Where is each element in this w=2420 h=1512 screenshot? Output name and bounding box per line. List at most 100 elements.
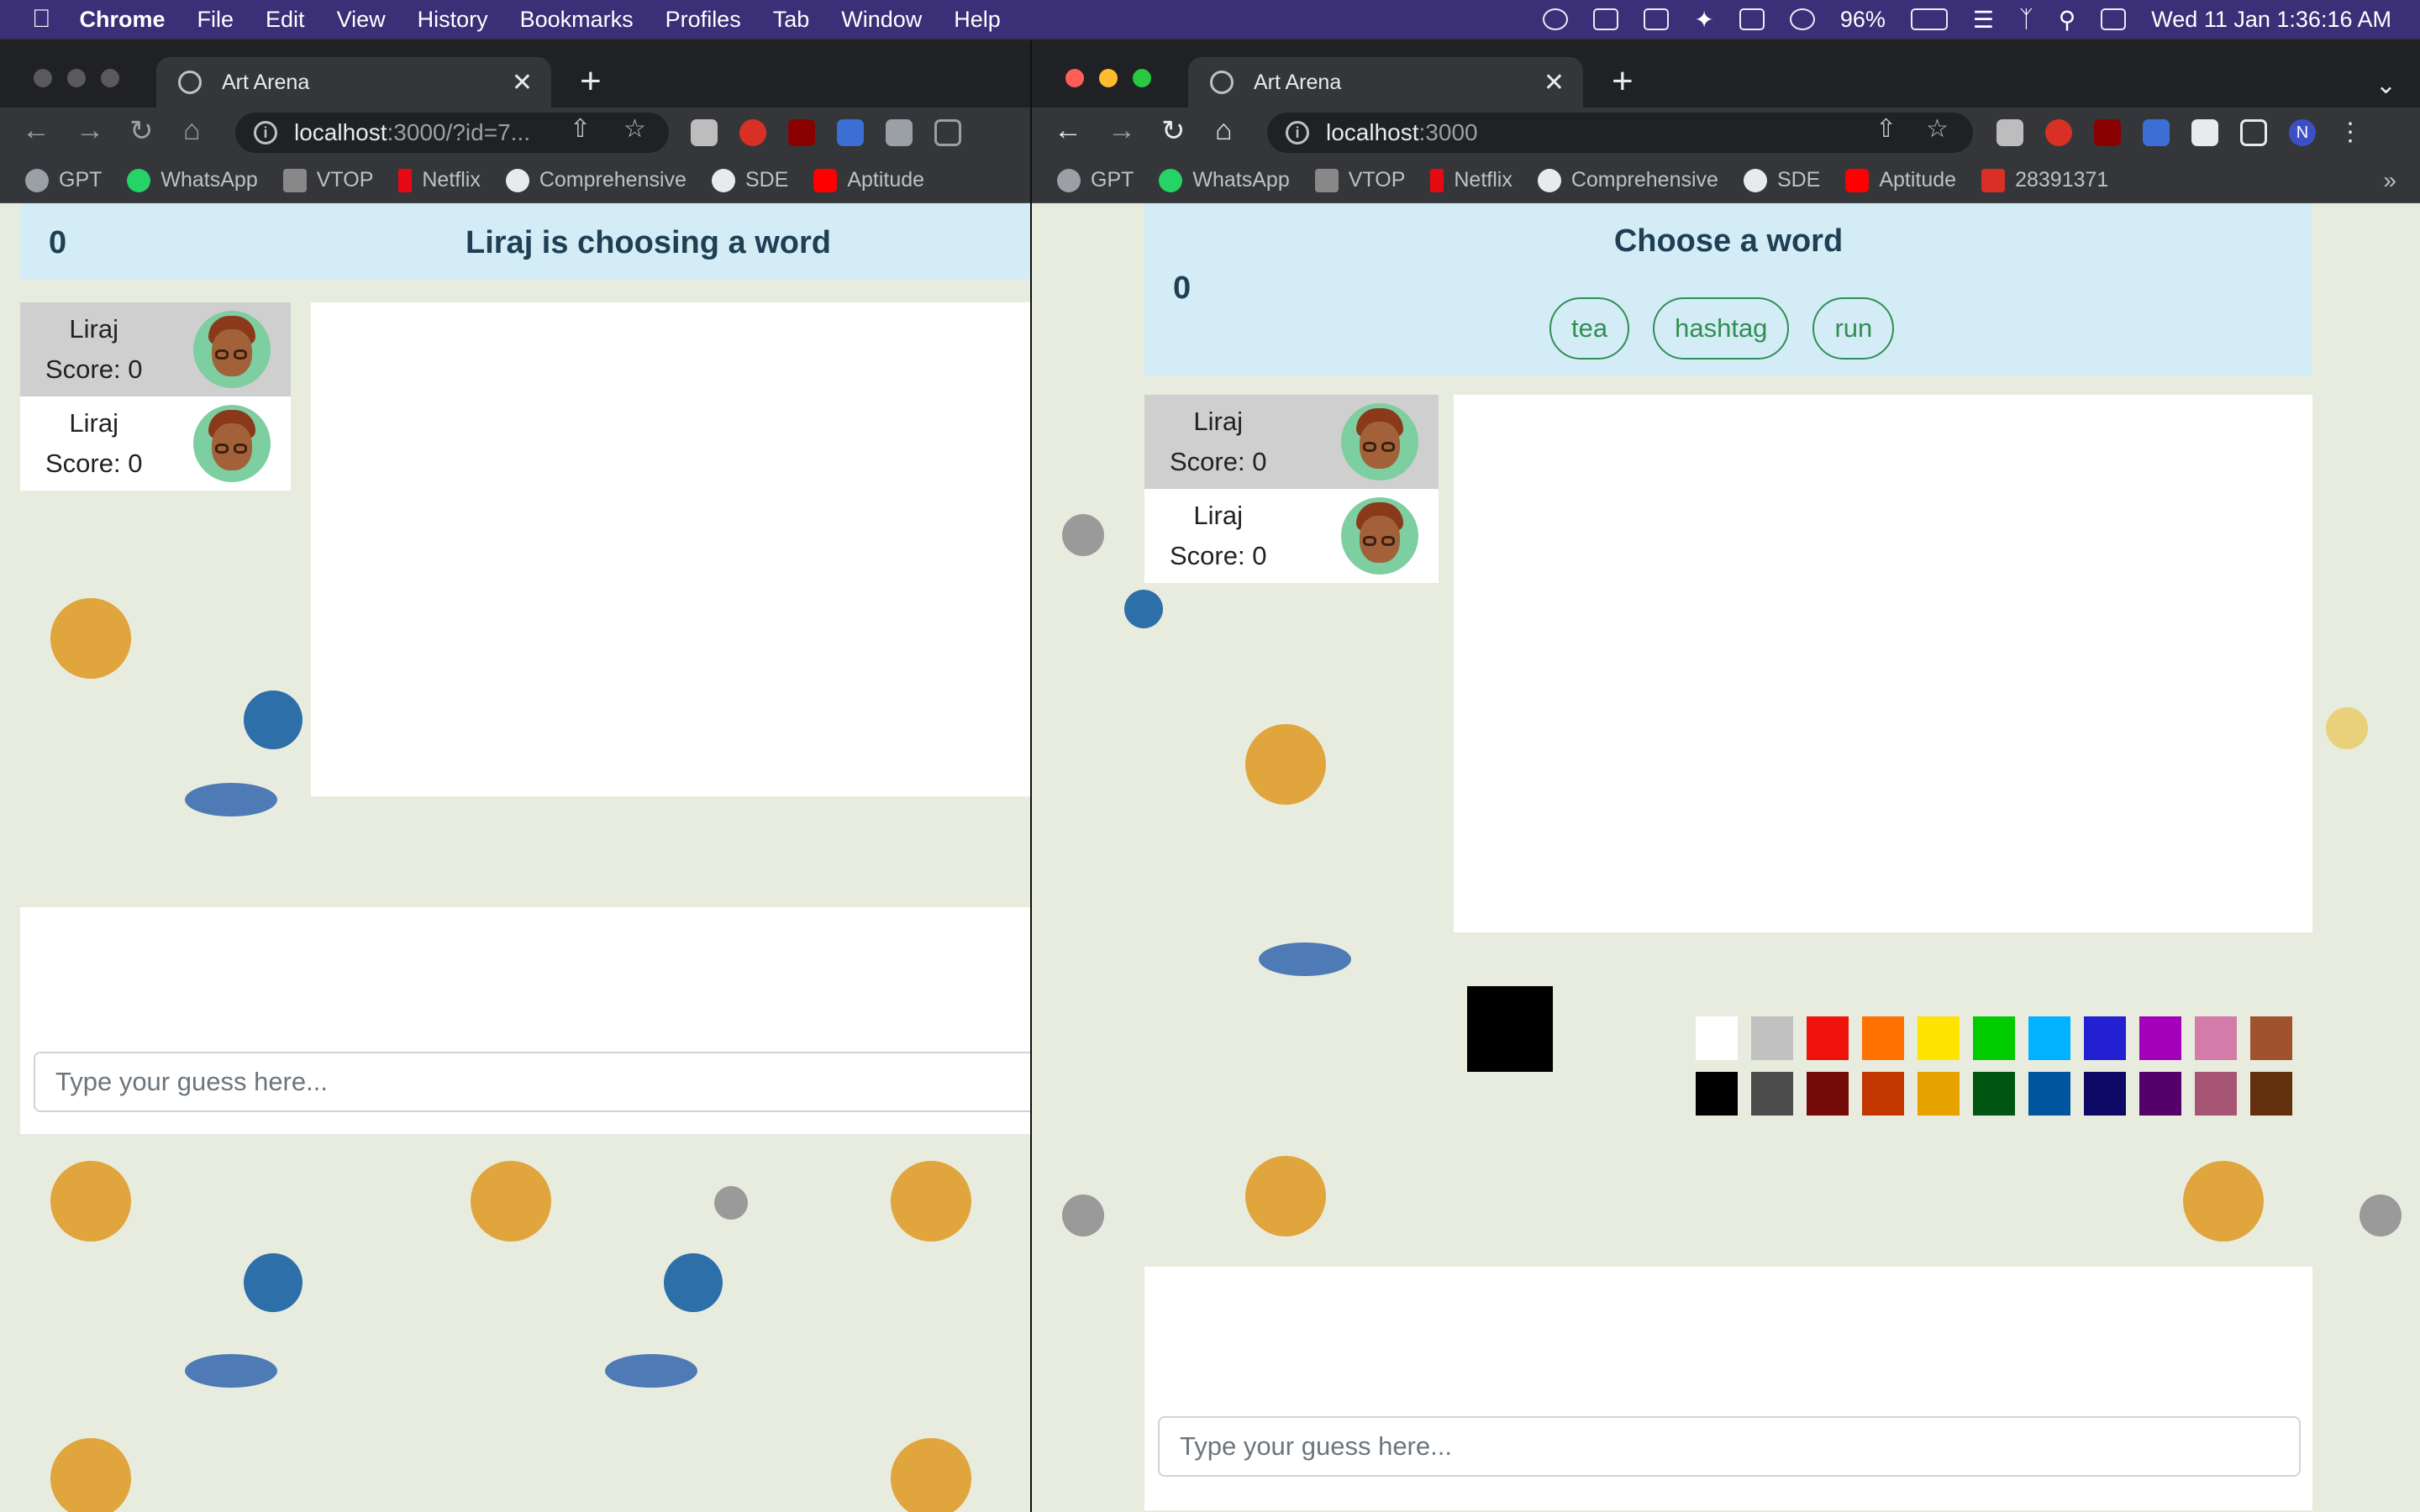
color-swatch[interactable] bbox=[1862, 1016, 1904, 1060]
menu-profiles[interactable]: Profiles bbox=[666, 7, 741, 33]
color-swatch[interactable] bbox=[1918, 1072, 1960, 1116]
extension-icon[interactable] bbox=[837, 119, 864, 146]
close-window-button[interactable] bbox=[1065, 69, 1084, 87]
battery-icon[interactable] bbox=[1910, 8, 1948, 30]
drawing-canvas[interactable] bbox=[1454, 395, 2312, 932]
extension-icon[interactable] bbox=[739, 119, 766, 146]
bookmark-sde[interactable]: SDE bbox=[711, 168, 788, 192]
guess-input[interactable] bbox=[1158, 1416, 2301, 1477]
bookmark-star-icon[interactable]: ☆ bbox=[1926, 114, 1949, 144]
share-icon[interactable]: ⇧ bbox=[570, 114, 591, 144]
color-swatch[interactable] bbox=[2250, 1072, 2292, 1116]
menubar-clock[interactable]: Wed 11 Jan 1:36:16 AM bbox=[2151, 7, 2391, 33]
status-timemachine-icon[interactable] bbox=[1789, 8, 1815, 30]
bookmark-gpt[interactable]: GPT bbox=[25, 168, 102, 192]
color-swatch[interactable] bbox=[1751, 1072, 1793, 1116]
menu-history[interactable]: History bbox=[418, 7, 488, 33]
new-tab-icon[interactable]: + bbox=[1612, 60, 1634, 102]
menu-tab[interactable]: Tab bbox=[773, 7, 810, 33]
new-tab-icon[interactable]: + bbox=[580, 60, 602, 102]
spotlight-search-icon[interactable]: ⚲ bbox=[2059, 6, 2076, 34]
home-icon[interactable]: ⌂ bbox=[1215, 114, 1233, 147]
status-app-icon[interactable] bbox=[1543, 8, 1569, 30]
color-swatch[interactable] bbox=[1751, 1016, 1793, 1060]
back-icon[interactable]: ← bbox=[1054, 114, 1082, 147]
more-menu-icon[interactable]: ⋮ bbox=[2338, 119, 2363, 146]
menu-file[interactable]: File bbox=[197, 7, 234, 33]
puzzle-extensions-icon[interactable] bbox=[2191, 119, 2218, 146]
bookmark-number[interactable]: 28391371 bbox=[1981, 168, 2108, 192]
ublock-icon[interactable] bbox=[2094, 119, 2121, 146]
color-swatch[interactable] bbox=[2195, 1016, 2237, 1060]
word-choice-button[interactable]: run bbox=[1812, 297, 1895, 360]
bookmark-aptitude[interactable]: Aptitude bbox=[813, 168, 924, 192]
bookmark-comprehensive[interactable]: Comprehensive bbox=[505, 168, 687, 192]
menu-bookmarks[interactable]: Bookmarks bbox=[520, 7, 634, 33]
close-window-button[interactable] bbox=[34, 69, 52, 87]
bluetooth-icon[interactable]: ᛉ bbox=[2019, 6, 2033, 33]
puzzle-extensions-icon[interactable] bbox=[886, 119, 913, 146]
color-swatch[interactable] bbox=[1973, 1072, 2015, 1116]
reload-icon[interactable]: ↻ bbox=[129, 114, 154, 148]
color-swatch[interactable] bbox=[1696, 1016, 1738, 1060]
site-info-icon[interactable]: i bbox=[254, 121, 277, 144]
extension-icon[interactable] bbox=[1996, 119, 2023, 146]
profile-avatar[interactable]: N bbox=[2289, 119, 2316, 146]
address-bar[interactable]: i localhost:3000/?id=7... bbox=[235, 113, 669, 153]
forward-icon[interactable]: → bbox=[76, 114, 104, 147]
zoom-window-button[interactable] bbox=[101, 69, 119, 87]
guess-input[interactable] bbox=[34, 1052, 1030, 1112]
apple-menu-icon[interactable]:  bbox=[32, 5, 51, 34]
word-choice-button[interactable]: tea bbox=[1549, 297, 1630, 360]
menu-app-name[interactable]: Chrome bbox=[80, 7, 166, 33]
tab-search-chevron-icon[interactable]: ⌄ bbox=[2375, 71, 2396, 100]
color-swatch[interactable] bbox=[2195, 1072, 2237, 1116]
browser-tab[interactable]: Art Arena ✕ bbox=[1188, 57, 1583, 108]
bookmark-comprehensive[interactable]: Comprehensive bbox=[1537, 168, 1718, 192]
color-swatch[interactable] bbox=[2028, 1072, 2070, 1116]
bookmark-netflix[interactable]: Netflix bbox=[1430, 168, 1512, 192]
color-swatch[interactable] bbox=[1862, 1072, 1904, 1116]
close-tab-icon[interactable]: ✕ bbox=[512, 68, 533, 97]
word-choice-button[interactable]: hashtag bbox=[1653, 297, 1790, 360]
extension-icon[interactable] bbox=[2045, 119, 2072, 146]
extension-icon[interactable] bbox=[691, 119, 718, 146]
color-swatch[interactable] bbox=[1807, 1016, 1849, 1060]
bookmark-sde[interactable]: SDE bbox=[1743, 168, 1820, 192]
color-swatch[interactable] bbox=[2084, 1016, 2126, 1060]
reload-icon[interactable]: ↻ bbox=[1161, 114, 1186, 148]
home-icon[interactable]: ⌂ bbox=[183, 114, 201, 147]
menu-view[interactable]: View bbox=[337, 7, 386, 33]
wifi-icon[interactable]: ☰ bbox=[1973, 6, 1994, 34]
status-screen-icon[interactable] bbox=[1739, 8, 1765, 30]
bookmark-netflix[interactable]: Netflix bbox=[398, 168, 481, 192]
bookmark-aptitude[interactable]: Aptitude bbox=[1845, 168, 1956, 192]
zoom-window-button[interactable] bbox=[1133, 69, 1151, 87]
drawing-canvas[interactable] bbox=[311, 302, 1030, 796]
color-swatch[interactable] bbox=[2084, 1072, 2126, 1116]
minimize-window-button[interactable] bbox=[67, 69, 86, 87]
color-swatch[interactable] bbox=[1918, 1016, 1960, 1060]
bookmark-whatsapp[interactable]: WhatsApp bbox=[127, 168, 258, 192]
bookmark-vtop[interactable]: VTOP bbox=[1314, 168, 1405, 192]
menu-edit[interactable]: Edit bbox=[266, 7, 305, 33]
color-swatch[interactable] bbox=[1973, 1016, 2015, 1060]
status-shield-icon[interactable] bbox=[1644, 8, 1670, 30]
menu-help[interactable]: Help bbox=[954, 7, 1001, 33]
address-bar[interactable]: i localhost:3000 bbox=[1267, 113, 1973, 153]
side-panel-icon[interactable] bbox=[2240, 119, 2267, 146]
site-info-icon[interactable]: i bbox=[1286, 121, 1309, 144]
side-panel-icon[interactable] bbox=[934, 119, 961, 146]
color-swatch[interactable] bbox=[1807, 1072, 1849, 1116]
ublock-icon[interactable] bbox=[788, 119, 815, 146]
share-icon[interactable]: ⇧ bbox=[1876, 114, 1897, 144]
back-icon[interactable]: ← bbox=[22, 114, 50, 147]
minimize-window-button[interactable] bbox=[1099, 69, 1118, 87]
bookmarks-overflow-icon[interactable]: » bbox=[2383, 167, 2396, 194]
bookmark-gpt[interactable]: GPT bbox=[1057, 168, 1134, 192]
bookmark-whatsapp[interactable]: WhatsApp bbox=[1159, 168, 1290, 192]
bookmark-star-icon[interactable]: ☆ bbox=[623, 114, 646, 144]
status-bluetooth-small-icon[interactable]: ✦ bbox=[1694, 6, 1713, 34]
color-swatch[interactable] bbox=[2028, 1016, 2070, 1060]
bookmark-vtop[interactable]: VTOP bbox=[282, 168, 373, 192]
